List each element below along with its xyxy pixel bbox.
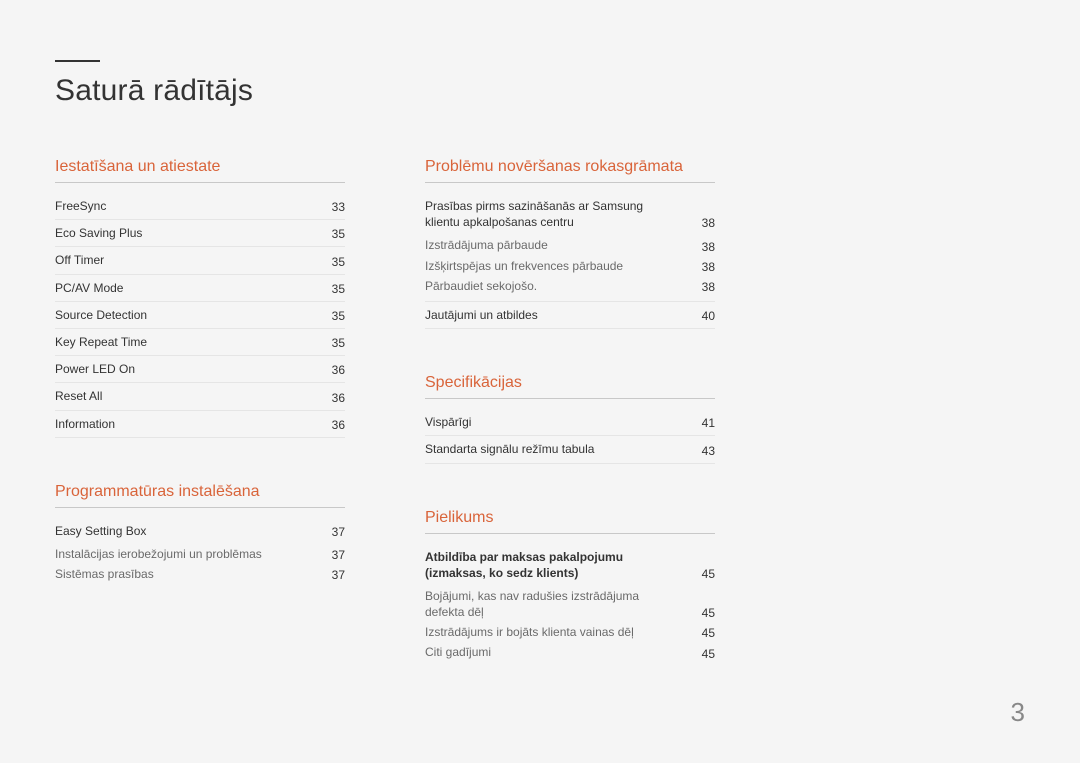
- toc-section: Programmatūras instalēšana Easy Setting B…: [55, 483, 345, 585]
- entry-label: Standarta signālu režīmu tabula: [425, 441, 685, 457]
- entry-page: 36: [315, 391, 345, 405]
- entry-page: 45: [685, 606, 715, 620]
- entry-page: 45: [685, 626, 715, 640]
- entry-page: 35: [315, 282, 345, 296]
- toc-entry[interactable]: Jautājumi un atbildes40: [425, 302, 715, 329]
- toc-section: Pielikums Atbildība par maksas pakalpojum…: [425, 509, 715, 663]
- entry-page: 35: [315, 227, 345, 241]
- toc-subentry[interactable]: Izšķirtspējas un frekvences pārbaude38: [425, 256, 715, 276]
- entry-label: Source Detection: [55, 307, 315, 323]
- section-title: Iestatīšana un atiestate: [55, 158, 345, 183]
- toc-subentry[interactable]: Instalācijas ierobežojumi un problēmas37: [55, 544, 345, 564]
- toc-entry[interactable]: Off Timer35: [55, 247, 345, 274]
- entry-page: 36: [315, 418, 345, 432]
- toc-entry[interactable]: PC/AV Mode35: [55, 275, 345, 302]
- toc-entry[interactable]: Eco Saving Plus35: [55, 220, 345, 247]
- section-title: Programmatūras instalēšana: [55, 483, 345, 508]
- entry-page: 45: [685, 647, 715, 661]
- sub-group: Instalācijas ierobežojumi un problēmas37…: [55, 544, 345, 584]
- entry-label: FreeSync: [55, 198, 315, 214]
- entry-label: Off Timer: [55, 252, 315, 268]
- right-column: Problēmu novēršanas rokasgrāmata Prasības…: [425, 158, 715, 708]
- toc-entry[interactable]: Source Detection35: [55, 302, 345, 329]
- entry-page: 37: [315, 568, 345, 582]
- toc-subentry[interactable]: Izstrādājums ir bojāts klienta vainas dē…: [425, 622, 715, 642]
- toc-subentry[interactable]: Citi gadījumi45: [425, 642, 715, 662]
- entry-page: 38: [685, 260, 715, 274]
- toc-entry[interactable]: Vispārīgi41: [425, 409, 715, 436]
- entry-label: Citi gadījumi: [425, 644, 685, 660]
- entry-label: Atbildība par maksas pakalpojumu (izmaks…: [425, 549, 685, 581]
- sub-group: Bojājumi, kas nav radušies izstrādājuma …: [425, 586, 715, 663]
- section-title: Pielikums: [425, 509, 715, 534]
- entry-label: Jautājumi un atbildes: [425, 307, 685, 323]
- entry-label: Key Repeat Time: [55, 334, 315, 350]
- entry-page: 38: [685, 216, 715, 230]
- toc-entry[interactable]: Atbildība par maksas pakalpojumu (izmaks…: [425, 544, 715, 586]
- toc-entry[interactable]: Information36: [55, 411, 345, 438]
- entry-label: Vispārīgi: [425, 414, 685, 430]
- title-bar: [55, 60, 100, 62]
- entry-page: 45: [685, 567, 715, 581]
- toc-section: SpecifikācijasVispārīgi41Standarta signā…: [425, 374, 715, 463]
- entry-page: 36: [315, 363, 345, 377]
- left-column: Iestatīšana un atiestateFreeSync33Eco Sa…: [55, 158, 345, 708]
- entry-page: 38: [685, 280, 715, 294]
- entry-page: 38: [685, 240, 715, 254]
- entry-label: Instalācijas ierobežojumi un problēmas: [55, 546, 315, 562]
- entry-label: Power LED On: [55, 361, 315, 377]
- entry-page: 35: [315, 336, 345, 350]
- toc-entry[interactable]: Prasības pirms sazināšanās ar Samsung kl…: [425, 193, 715, 235]
- toc-subentry[interactable]: Izstrādājuma pārbaude38: [425, 235, 715, 255]
- toc-subentry[interactable]: Pārbaudiet sekojošo.38: [425, 276, 715, 296]
- toc-section: Iestatīšana un atiestateFreeSync33Eco Sa…: [55, 158, 345, 438]
- page-title: Saturā rādītājs: [55, 74, 1025, 108]
- toc-columns: Iestatīšana un atiestateFreeSync33Eco Sa…: [55, 158, 1025, 708]
- entry-page: 37: [315, 525, 345, 539]
- entry-page: 43: [685, 444, 715, 458]
- entry-page: 35: [315, 309, 345, 323]
- entry-label: Sistēmas prasības: [55, 566, 315, 582]
- toc-entry[interactable]: Key Repeat Time35: [55, 329, 345, 356]
- entry-label: Reset All: [55, 388, 315, 404]
- page-number: 3: [1011, 697, 1025, 728]
- entry-label: Izstrādājuma pārbaude: [425, 237, 685, 253]
- toc-subentry[interactable]: Bojājumi, kas nav radušies izstrādājuma …: [425, 586, 715, 622]
- entry-label: Prasības pirms sazināšanās ar Samsung kl…: [425, 198, 685, 230]
- entry-page: 33: [315, 200, 345, 214]
- toc-entry[interactable]: FreeSync33: [55, 193, 345, 220]
- entry-label: Izstrādājums ir bojāts klienta vainas dē…: [425, 624, 685, 640]
- entry-label: Easy Setting Box: [55, 523, 315, 539]
- entry-page: 35: [315, 255, 345, 269]
- entry-label: PC/AV Mode: [55, 280, 315, 296]
- toc-entry[interactable]: Standarta signālu režīmu tabula43: [425, 436, 715, 463]
- entry-page: 41: [685, 416, 715, 430]
- entry-label: Information: [55, 416, 315, 432]
- entry-label: Eco Saving Plus: [55, 225, 315, 241]
- entry-label: Izšķirtspējas un frekvences pārbaude: [425, 258, 685, 274]
- toc-section: Problēmu novēršanas rokasgrāmata Prasības…: [425, 158, 715, 329]
- toc-entry[interactable]: Easy Setting Box37: [55, 518, 345, 544]
- entry-page: 37: [315, 548, 345, 562]
- entry-label: Pārbaudiet sekojošo.: [425, 278, 685, 294]
- entry-page: 40: [685, 309, 715, 323]
- toc-entry[interactable]: Power LED On36: [55, 356, 345, 383]
- toc-subentry[interactable]: Sistēmas prasības37: [55, 564, 345, 584]
- sub-group: Izstrādājuma pārbaude38Izšķirtspējas un …: [425, 235, 715, 302]
- section-title: Problēmu novēršanas rokasgrāmata: [425, 158, 715, 183]
- section-title: Specifikācijas: [425, 374, 715, 399]
- entry-label: Bojājumi, kas nav radušies izstrādājuma …: [425, 588, 685, 620]
- toc-entry[interactable]: Reset All36: [55, 383, 345, 410]
